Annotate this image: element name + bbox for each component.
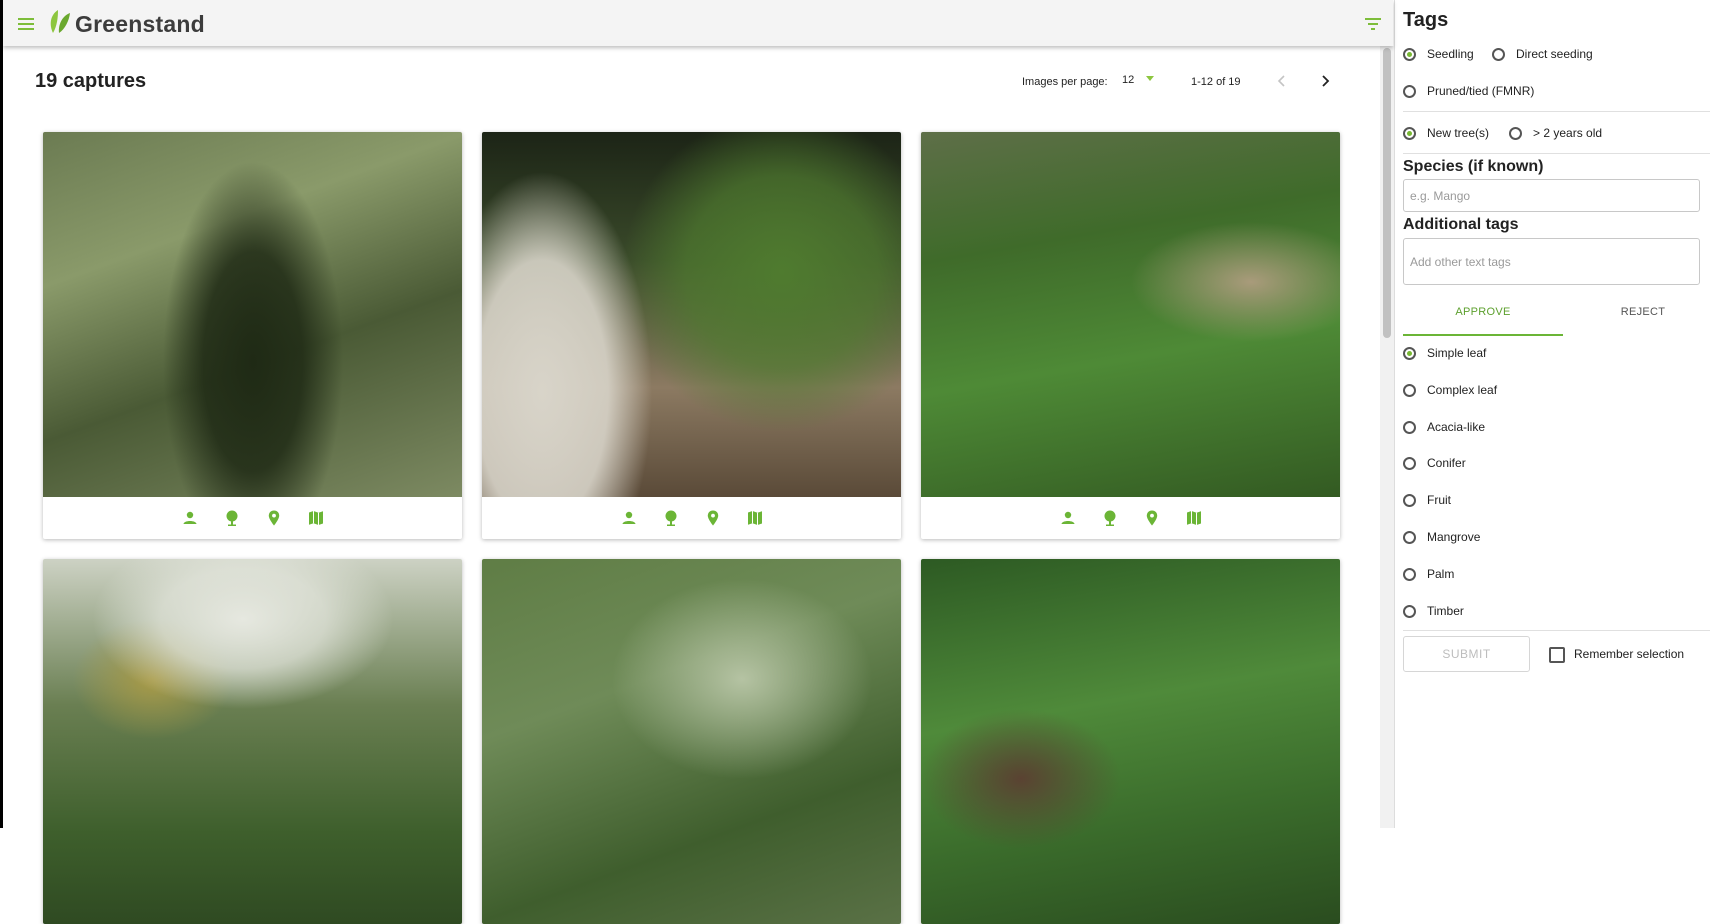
scrollbar-thumb[interactable] bbox=[1383, 48, 1391, 338]
section-divider bbox=[1403, 111, 1710, 112]
capture-card bbox=[921, 132, 1340, 539]
radio-palm[interactable]: Palm bbox=[1403, 567, 1454, 581]
radio-button[interactable] bbox=[1403, 604, 1416, 618]
radio-button[interactable] bbox=[1403, 346, 1416, 360]
section-divider bbox=[1403, 153, 1710, 154]
tab-reject[interactable]: REJECT bbox=[1563, 296, 1710, 334]
radio-new-trees[interactable]: New tree(s) bbox=[1403, 126, 1489, 140]
tab-approve[interactable]: APPROVE bbox=[1403, 296, 1563, 336]
radio-button[interactable] bbox=[1509, 126, 1522, 140]
capture-image[interactable] bbox=[921, 132, 1340, 497]
radio-label: Conifer bbox=[1427, 456, 1466, 470]
radio-label: Palm bbox=[1427, 567, 1455, 581]
card-actions bbox=[482, 497, 901, 539]
radio-button[interactable] bbox=[1403, 47, 1416, 61]
radio-button[interactable] bbox=[1403, 126, 1416, 140]
location-pin-icon[interactable] bbox=[704, 509, 722, 527]
additional-tags-title: Additional tags bbox=[1403, 216, 1519, 233]
radio-mangrove[interactable]: Mangrove bbox=[1403, 530, 1480, 544]
radio-label: Pruned/tied (FMNR) bbox=[1427, 84, 1535, 98]
radio-label: Acacia-like bbox=[1427, 420, 1486, 434]
person-icon[interactable] bbox=[1059, 509, 1077, 527]
radio-fruit[interactable]: Fruit bbox=[1403, 493, 1451, 507]
radio-label: Timber bbox=[1427, 604, 1464, 618]
tree-icon[interactable] bbox=[223, 509, 241, 527]
leaf-logo-icon bbox=[49, 9, 71, 40]
images-per-page-select[interactable]: 12 bbox=[1122, 74, 1158, 86]
radio-button[interactable] bbox=[1403, 84, 1416, 98]
capture-image[interactable] bbox=[43, 559, 462, 924]
capture-image[interactable] bbox=[921, 559, 1340, 924]
radio-button[interactable] bbox=[1492, 47, 1505, 61]
next-page-button[interactable] bbox=[1316, 72, 1334, 90]
radio-complex-leaf[interactable]: Complex leaf bbox=[1403, 383, 1497, 397]
location-pin-icon[interactable] bbox=[1143, 509, 1161, 527]
top-app-bar: Greenstand bbox=[3, 0, 1393, 46]
card-actions bbox=[43, 497, 462, 539]
chevron-right-icon bbox=[1322, 75, 1330, 87]
capture-card bbox=[482, 559, 901, 924]
radio-direct-seeding[interactable]: Direct seeding bbox=[1492, 47, 1593, 61]
dropdown-caret-icon bbox=[1146, 76, 1154, 81]
remember-selection-label: Remember selection bbox=[1574, 647, 1685, 661]
radio-label: Simple leaf bbox=[1427, 346, 1487, 360]
radio-label: New tree(s) bbox=[1427, 126, 1490, 140]
card-actions bbox=[921, 497, 1340, 539]
radio-button[interactable] bbox=[1403, 493, 1416, 507]
species-input[interactable] bbox=[1403, 179, 1700, 212]
radio-button[interactable] bbox=[1403, 383, 1416, 397]
person-icon[interactable] bbox=[620, 509, 638, 527]
additional-tags-input[interactable] bbox=[1403, 238, 1700, 285]
images-per-page-label: Images per page: bbox=[1022, 76, 1108, 88]
section-divider bbox=[1403, 630, 1710, 631]
map-icon[interactable] bbox=[307, 509, 325, 527]
person-icon[interactable] bbox=[181, 509, 199, 527]
pagination-range: 1-12 of 19 bbox=[1191, 76, 1241, 88]
tags-sidebar: Tags Seedling Direct seeding Pruned/tied… bbox=[1395, 0, 1710, 828]
radio-acacia-like[interactable]: Acacia-like bbox=[1403, 420, 1485, 434]
radio-simple-leaf[interactable]: Simple leaf bbox=[1403, 346, 1486, 360]
radio-older-trees[interactable]: > 2 years old bbox=[1509, 126, 1602, 140]
radio-label: Fruit bbox=[1427, 493, 1451, 507]
radio-seedling[interactable]: Seedling bbox=[1403, 47, 1474, 61]
submit-button[interactable]: SUBMIT bbox=[1403, 636, 1530, 672]
capture-card bbox=[482, 132, 901, 539]
capture-image[interactable] bbox=[482, 559, 901, 924]
greenstand-logo[interactable]: Greenstand bbox=[49, 9, 205, 40]
tree-icon[interactable] bbox=[1101, 509, 1119, 527]
radio-button[interactable] bbox=[1403, 530, 1416, 544]
radio-label: Complex leaf bbox=[1427, 383, 1498, 397]
window-edge bbox=[0, 0, 3, 828]
location-pin-icon[interactable] bbox=[265, 509, 283, 527]
map-icon[interactable] bbox=[1185, 509, 1203, 527]
capture-card bbox=[43, 132, 462, 539]
filter-icon[interactable] bbox=[1365, 17, 1381, 30]
radio-timber[interactable]: Timber bbox=[1403, 604, 1464, 618]
remember-selection-checkbox[interactable] bbox=[1549, 647, 1565, 663]
capture-card bbox=[43, 559, 462, 924]
captures-count-title: 19 captures bbox=[35, 70, 147, 92]
menu-icon[interactable] bbox=[18, 17, 34, 30]
radio-label: Mangrove bbox=[1427, 530, 1481, 544]
radio-label: Seedling bbox=[1427, 47, 1474, 61]
radio-button[interactable] bbox=[1403, 420, 1416, 434]
tags-title: Tags bbox=[1403, 9, 1449, 31]
capture-image[interactable] bbox=[43, 132, 462, 497]
capture-image[interactable] bbox=[482, 132, 901, 497]
radio-label: > 2 years old bbox=[1533, 126, 1603, 140]
radio-button[interactable] bbox=[1403, 567, 1416, 581]
radio-conifer[interactable]: Conifer bbox=[1403, 456, 1466, 470]
previous-page-button[interactable] bbox=[1273, 72, 1291, 90]
radio-label: Direct seeding bbox=[1516, 47, 1593, 61]
chevron-left-icon bbox=[1277, 75, 1285, 87]
app-name: Greenstand bbox=[75, 11, 205, 37]
radio-pruned[interactable]: Pruned/tied (FMNR) bbox=[1403, 84, 1534, 98]
map-icon[interactable] bbox=[746, 509, 764, 527]
images-per-page-value: 12 bbox=[1122, 74, 1135, 86]
tree-icon[interactable] bbox=[662, 509, 680, 527]
species-title: Species (if known) bbox=[1403, 158, 1544, 175]
capture-card bbox=[921, 559, 1340, 924]
radio-button[interactable] bbox=[1403, 456, 1416, 470]
